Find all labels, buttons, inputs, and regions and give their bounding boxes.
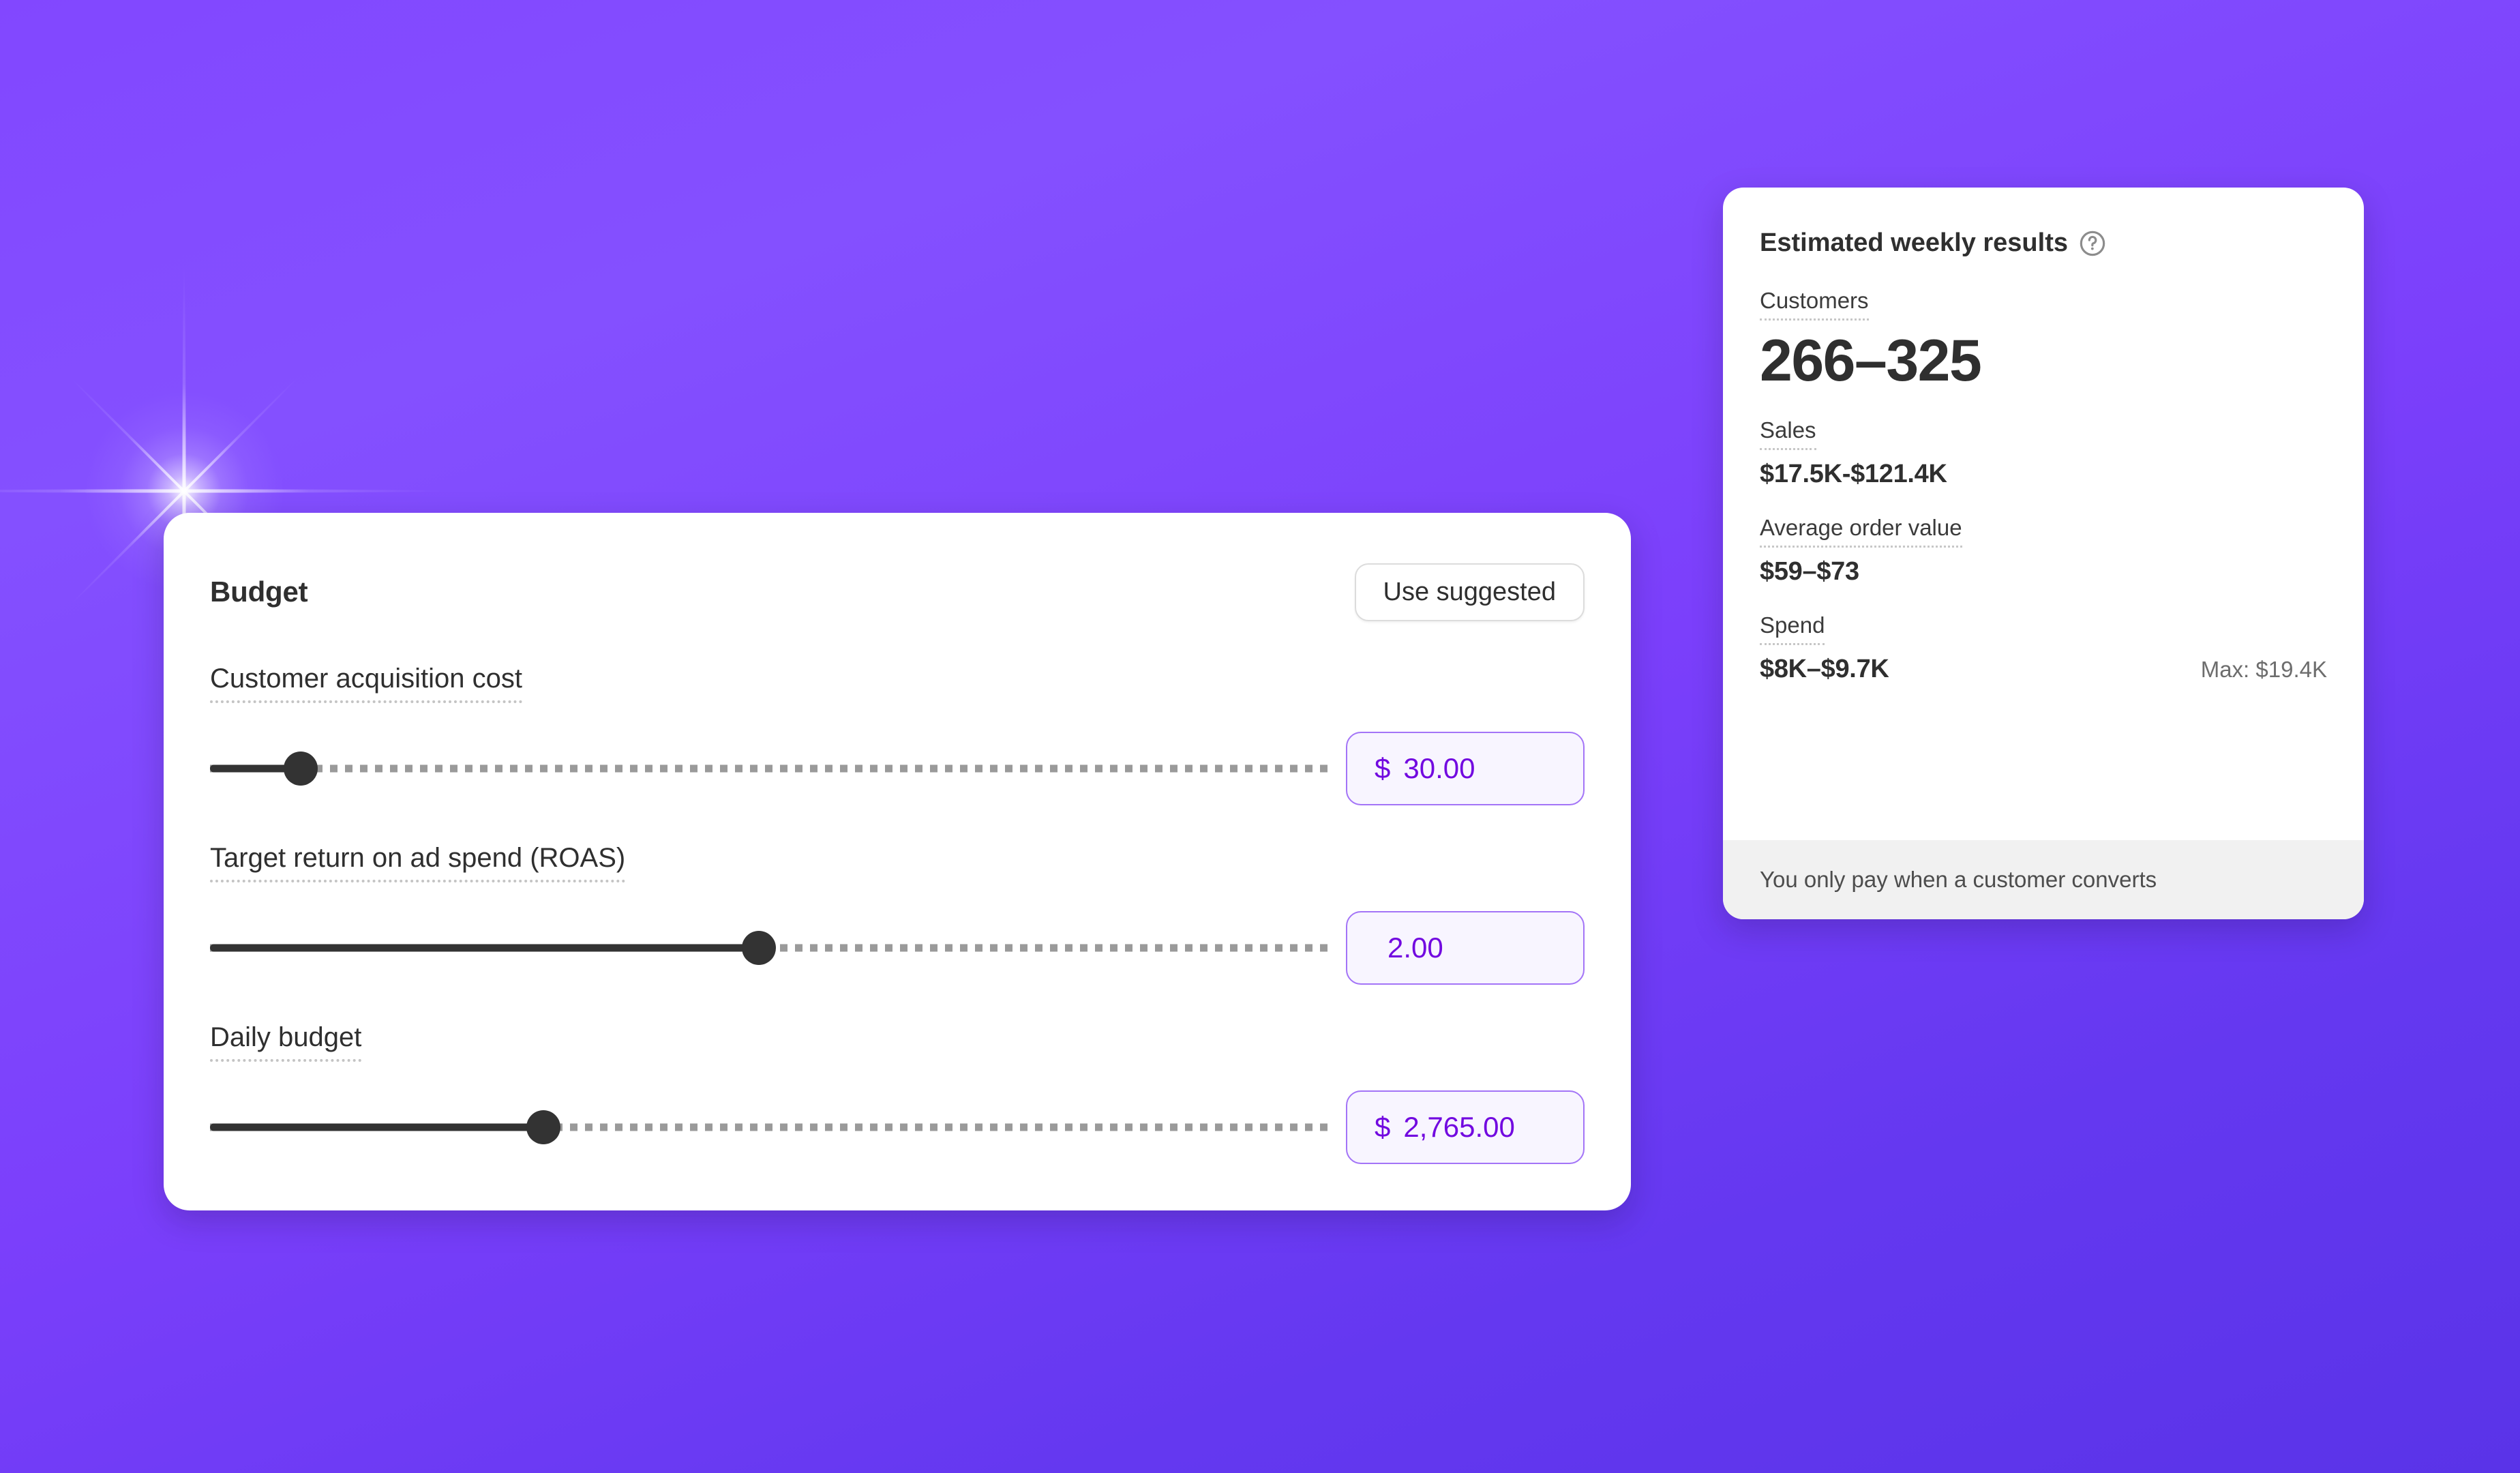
results-body: Estimated weekly results Customers 266–3… xyxy=(1723,188,2364,684)
results-footer-note: You only pay when a customer converts xyxy=(1760,867,2157,892)
metric-label-customers: Customers xyxy=(1760,288,1869,321)
slider-thumb-customer-acquisition-cost[interactable] xyxy=(284,752,318,786)
input-value-daily-budget: 2,765.00 xyxy=(1403,1111,1515,1143)
metric-average-order-value: Average order value $59–$73 xyxy=(1760,515,2327,586)
slider-row-daily-budget: $ 2,765.00 xyxy=(210,1090,1585,1164)
metric-value-row-sales: $17.5K-$121.4K xyxy=(1760,460,2327,489)
metric-customers: Customers 266–325 xyxy=(1760,288,2327,391)
input-value-cac: 30.00 xyxy=(1403,752,1475,784)
metric-value-row-spend: $8K–$9.7K Max: $19.4K xyxy=(1760,655,2327,684)
slider-row-target-roas: 2.00 xyxy=(210,911,1585,985)
results-header: Estimated weekly results xyxy=(1760,228,2327,258)
field-target-roas: Target return on ad spend (ROAS) 2.00 xyxy=(210,842,1585,985)
page-title: Budget xyxy=(210,576,308,608)
slider-customer-acquisition-cost[interactable] xyxy=(210,747,1330,790)
slider-track-fill xyxy=(210,1123,544,1131)
field-label-customer-acquisition-cost: Customer acquisition cost xyxy=(210,663,522,703)
metric-label-spend: Spend xyxy=(1760,612,1825,646)
slider-thumb-daily-budget[interactable] xyxy=(526,1110,561,1144)
results-title: Estimated weekly results xyxy=(1760,228,2068,257)
metric-value-sales: $17.5K-$121.4K xyxy=(1760,460,1947,489)
input-value-roas: 2.00 xyxy=(1388,932,1443,964)
use-suggested-button[interactable]: Use suggested xyxy=(1354,563,1585,621)
metric-max-spend: Max: $19.4K xyxy=(2200,657,2327,683)
metric-label-average-order-value: Average order value xyxy=(1760,515,1962,548)
metric-label-sales: Sales xyxy=(1760,417,1816,451)
metric-value-row-customers: 266–325 xyxy=(1760,328,2327,393)
metric-value-customers: 266–325 xyxy=(1760,328,1982,393)
input-daily-budget[interactable]: $ 2,765.00 xyxy=(1346,1090,1585,1164)
field-label-target-roas: Target return on ad spend (ROAS) xyxy=(210,842,626,882)
field-label-daily-budget: Daily budget xyxy=(210,1022,362,1062)
results-footer: You only pay when a customer converts xyxy=(1723,840,2364,919)
slider-thumb-target-roas[interactable] xyxy=(741,931,776,965)
sparkle-ray-horizontal xyxy=(0,489,443,493)
metric-value-row-average-order-value: $59–$73 xyxy=(1760,557,2327,586)
slider-track-empty xyxy=(210,764,1330,773)
field-daily-budget: Daily budget $ 2,765.00 xyxy=(210,1022,1585,1164)
budget-card-header: Budget Use suggested xyxy=(210,556,1585,627)
input-customer-acquisition-cost[interactable]: $ 30.00 xyxy=(1346,732,1585,805)
currency-symbol-cac: $ xyxy=(1375,752,1391,784)
metric-value-spend: $8K–$9.7K xyxy=(1760,655,1889,684)
estimated-weekly-results-card: Estimated weekly results Customers 266–3… xyxy=(1723,188,2364,919)
currency-symbol-daily-budget: $ xyxy=(1375,1111,1391,1143)
metric-sales: Sales $17.5K-$121.4K xyxy=(1760,417,2327,489)
question-mark-circle-icon[interactable] xyxy=(2079,230,2106,257)
slider-row-customer-acquisition-cost: $ 30.00 xyxy=(210,732,1585,805)
slider-track-fill xyxy=(210,944,759,952)
budget-card: Budget Use suggested Customer acquisitio… xyxy=(164,513,1631,1210)
metric-value-average-order-value: $59–$73 xyxy=(1760,557,1859,586)
slider-target-roas[interactable] xyxy=(210,927,1330,969)
field-customer-acquisition-cost: Customer acquisition cost $ 30.00 xyxy=(210,663,1585,805)
slider-daily-budget[interactable] xyxy=(210,1106,1330,1148)
metric-spend: Spend $8K–$9.7K Max: $19.4K xyxy=(1760,612,2327,684)
input-target-roas[interactable]: 2.00 xyxy=(1346,911,1585,985)
